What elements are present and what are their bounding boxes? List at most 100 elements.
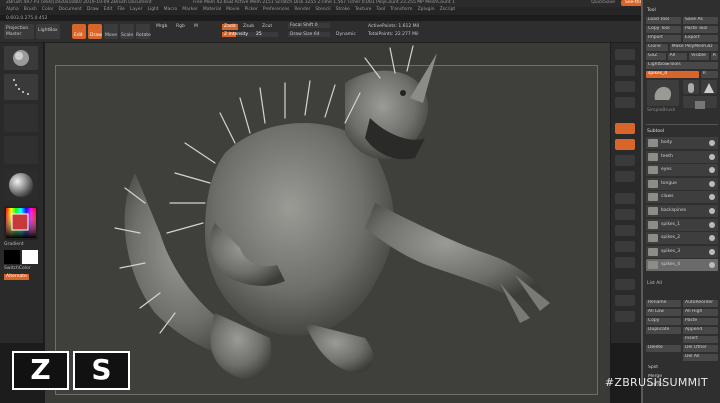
delete-button[interactable]: Delete (646, 345, 681, 352)
color-picker[interactable] (4, 206, 38, 240)
stroke-thumbnail[interactable] (4, 74, 38, 100)
import-button[interactable]: Import (646, 35, 681, 42)
subtool-row[interactable]: teeth (646, 150, 718, 163)
menu-item-color[interactable]: Color (42, 7, 54, 15)
scroll-button[interactable] (615, 81, 635, 92)
menu-item-document[interactable]: Document (59, 7, 82, 15)
menu-item-layer[interactable]: Layer (130, 7, 143, 15)
copy-tool-button[interactable]: Copy Tool (646, 26, 681, 33)
menu-item-draw[interactable]: Draw (87, 7, 99, 15)
rename-button[interactable]: Rename (646, 300, 681, 307)
sculpt-model[interactable] (45, 43, 610, 403)
insert-button[interactable]: Insert (683, 336, 718, 343)
menu-item-file[interactable]: File (117, 7, 125, 15)
paste-tool-button[interactable]: Paste Tool (683, 26, 718, 33)
move-button[interactable]: Move (104, 24, 118, 39)
z-intensity-slider[interactable]: Z Intensity 25 (222, 32, 278, 37)
all-low-button[interactable]: All Low (646, 309, 681, 316)
menu-item-material[interactable]: Material (203, 7, 221, 15)
lightbox-button[interactable]: LightBox (36, 24, 60, 39)
split-button[interactable]: Split (646, 365, 718, 372)
subtool-row[interactable]: eyes (646, 164, 718, 177)
main-color-swatch[interactable] (4, 250, 20, 264)
visibility-eye-icon[interactable] (709, 221, 715, 228)
menu-item-stencil[interactable]: Stencil (315, 7, 330, 15)
menu-item-marker[interactable]: Marker (182, 7, 198, 15)
all-high-button[interactable]: All High (683, 309, 718, 316)
menu-item-movie[interactable]: Movie (226, 7, 239, 15)
edit-button[interactable]: Edit (72, 24, 86, 39)
actual-button[interactable] (615, 123, 635, 134)
menu-item-edit[interactable]: Edit (104, 7, 113, 15)
projection-master-button[interactable]: Projection Master (4, 24, 34, 39)
focal-shift-slider[interactable]: Focal Shift 0 (288, 23, 330, 28)
save-as-button[interactable]: Save As (683, 17, 718, 24)
draw-size-slider[interactable]: Draw Size 64 (288, 32, 330, 37)
del-all-button[interactable]: Del All (683, 354, 718, 361)
lightbox-tools-button[interactable]: Lightbox▸Tools (646, 62, 718, 69)
menu-item-light[interactable]: Light (147, 7, 158, 15)
solo-button[interactable] (615, 311, 635, 322)
menu-item-tool[interactable]: Tool (376, 7, 385, 15)
rotate-button[interactable]: Rotate (136, 24, 151, 39)
material-thumbnail[interactable] (4, 170, 38, 200)
texture-thumbnail[interactable] (4, 136, 38, 164)
menu-item-transform[interactable]: Transform (390, 7, 412, 15)
gradient-label[interactable]: Gradient (4, 242, 24, 248)
subtool-row[interactable]: backspines (646, 205, 718, 217)
visibility-eye-icon[interactable] (709, 153, 715, 160)
menu-item-macro[interactable]: Macro (164, 7, 178, 15)
visibility-eye-icon[interactable] (709, 140, 715, 146)
r-button[interactable]: R (710, 53, 718, 60)
duplicate-button[interactable]: Duplicate (646, 327, 681, 334)
menu-item-preferences[interactable]: Preferences (263, 7, 289, 15)
subtool-paste-button[interactable]: Paste (683, 318, 718, 325)
frame-button[interactable] (615, 209, 635, 220)
subtool-row[interactable]: spikes_2 (646, 232, 718, 245)
menu-item-stroke[interactable]: Stroke (336, 7, 350, 15)
visible-button[interactable]: Visible (689, 53, 709, 60)
autoreorder-button[interactable]: AutoReorder (683, 300, 718, 307)
quicksave-button[interactable]: QuickSave (591, 0, 615, 6)
goz-button[interactable]: GoZ (646, 53, 666, 60)
subtool-row[interactable]: spikes_4 (646, 259, 718, 272)
clone-button[interactable]: Clone (646, 44, 668, 51)
polyf-button[interactable] (615, 279, 635, 290)
visibility-eye-icon[interactable] (709, 262, 715, 269)
dynamic-toggle[interactable]: Dynamic (336, 32, 356, 38)
export-button[interactable]: Export (683, 35, 718, 42)
m-button[interactable]: M (194, 24, 198, 30)
visibility-eye-icon[interactable] (709, 194, 715, 201)
tool-palette-header[interactable]: Tool (647, 8, 656, 14)
menu-item-brush[interactable]: Brush (24, 7, 37, 15)
visibility-eye-icon[interactable] (709, 208, 715, 214)
subtool-row[interactable]: claws (646, 191, 718, 204)
zoom3d-button[interactable] (615, 241, 635, 252)
append-button[interactable]: Append (683, 327, 718, 334)
alpha-thumbnail[interactable] (4, 104, 38, 132)
current-tool-slider[interactable]: spikes_4 (646, 71, 699, 78)
menu-item-texture[interactable]: Texture (355, 7, 371, 15)
subtool-header[interactable]: Subtool (647, 129, 664, 135)
make-polymesh-button[interactable]: Make PolyMesh3D (669, 44, 718, 51)
subtool-row[interactable]: tongue (646, 177, 718, 190)
zoom-button[interactable] (615, 97, 635, 108)
tool-thumb-polymesh[interactable] (701, 80, 717, 94)
transp-button[interactable] (615, 295, 635, 306)
visibility-eye-icon[interactable] (709, 248, 715, 255)
visibility-eye-icon[interactable] (709, 167, 715, 174)
zadd-button[interactable]: Zadd (222, 24, 238, 30)
tool-thumb-current[interactable] (647, 80, 679, 106)
persp-button[interactable] (615, 139, 635, 150)
tool-thumb-simplebrush[interactable] (683, 96, 717, 109)
subtool-row[interactable]: body (646, 137, 718, 149)
floor-button[interactable] (615, 155, 635, 166)
menu-item-picker[interactable]: Picker (244, 7, 257, 15)
bpr-button[interactable] (615, 49, 635, 60)
visibility-eye-icon[interactable] (709, 235, 715, 242)
tool-thumb-cylinder[interactable] (683, 80, 699, 94)
move-view-button[interactable] (615, 225, 635, 236)
draw-button[interactable]: Draw (88, 24, 102, 39)
local-button[interactable] (615, 171, 635, 182)
del-other-button[interactable]: Del Other (683, 345, 718, 352)
